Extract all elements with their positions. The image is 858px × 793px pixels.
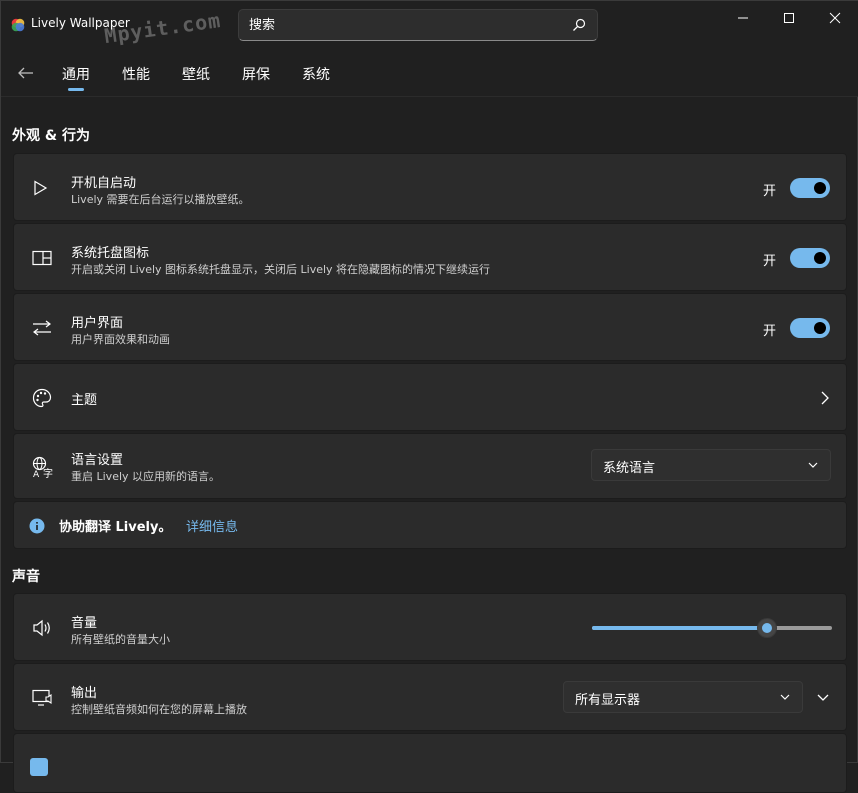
search-input[interactable] [249,16,549,34]
title-bar: Lively Wallpaper Mpyit.com 通用 性能 壁纸 屏保 系… [1,1,858,97]
chevron-down-icon [780,694,790,700]
user-interface-toggle[interactable] [790,318,830,338]
search-icon[interactable] [572,18,586,32]
setting-card-user-interface: 用户界面 用户界面效果和动画 开 [13,293,847,361]
toggle-knob [814,182,826,194]
toggle-knob [814,322,826,334]
setting-title: 开机自启动 [71,176,137,191]
dropdown-value: 所有显示器 [575,693,641,708]
setting-description: 控制壁纸音频如何在您的屏幕上播放 [71,703,247,716]
tab-performance[interactable]: 性能 [122,64,150,84]
expand-chevron-icon[interactable] [816,693,830,703]
tray-icon-toggle[interactable] [790,248,830,268]
info-icon [29,518,45,534]
minimize-icon [738,17,748,19]
details-link[interactable]: 详细信息 [186,516,238,535]
minimize-button[interactable] [720,5,766,31]
volume-slider-fill [592,626,768,630]
setting-description: 重启 Lively 以应用新的语言。 [71,470,221,483]
settings-content: 外观 & 行为 开机自启动 Lively 需要在后台运行以播放壁纸。 开 系统托… [1,97,858,793]
watermark: Mpyit.com [102,7,223,49]
setting-description: 用户界面效果和动画 [71,333,170,346]
toggle-state-label: 开 [762,254,776,269]
setting-card-startup: 开机自启动 Lively 需要在后台运行以播放壁纸。 开 [13,153,847,221]
setting-title: 音量 [71,616,98,631]
dropdown-value: 系统语言 [603,461,656,476]
tab-general[interactable]: 通用 [62,64,90,84]
maximize-button[interactable] [766,5,812,31]
startup-toggle[interactable] [790,178,830,198]
setting-description: 所有壁纸的音量大小 [71,633,170,646]
tab-system[interactable]: 系统 [302,64,330,84]
swap-arrows-icon [33,320,51,336]
volume-slider[interactable] [592,618,832,638]
volume-slider-thumb[interactable] [757,618,778,638]
setting-card-language: 字 A 语言设置 重启 Lively 以应用新的语言。 系统语言 [13,433,847,499]
monitor-speaker-icon [32,689,52,706]
toggle-state-label: 开 [762,324,776,339]
maximize-icon [784,13,794,23]
setting-card-volume: 音量 所有壁纸的音量大小 [13,593,847,661]
play-icon [34,180,48,196]
toggle-state-label: 开 [762,184,776,199]
translate-text: 协助翻译 Lively。 [59,520,172,535]
checkbox[interactable] [30,758,48,776]
language-dropdown[interactable]: 系统语言 [591,449,831,481]
setting-title: 输出 [71,686,98,701]
svg-text:A: A [33,470,40,478]
setting-description: 开启或关闭 Lively 图标系统托盘显示，关闭后 Lively 将在隐藏图标的… [71,263,491,276]
setting-card-partial [13,733,847,793]
speaker-icon [33,619,50,637]
chevron-down-icon [808,462,818,468]
tab-screensaver[interactable]: 屏保 [242,64,270,84]
back-arrow-icon[interactable] [17,65,35,81]
tray-icon [32,250,52,266]
output-dropdown[interactable]: 所有显示器 [563,681,803,713]
app-logo-icon [11,18,25,32]
chevron-right-icon [821,391,829,405]
setting-title: 用户界面 [71,316,124,331]
svg-text:字: 字 [43,467,53,478]
setting-card-theme[interactable]: 主题 [13,363,847,431]
toggle-knob [814,252,826,264]
setting-title: 系统托盘图标 [71,246,150,261]
setting-card-tray-icon: 系统托盘图标 开启或关闭 Lively 图标系统托盘显示，关闭后 Lively … [13,223,847,291]
palette-icon [32,388,52,408]
setting-card-output: 输出 控制壁纸音频如何在您的屏幕上播放 所有显示器 [13,663,847,731]
info-bar-translate: 协助翻译 Lively。 详细信息 [13,501,847,549]
close-icon [829,12,841,24]
close-button[interactable] [812,5,858,31]
tab-selected-indicator [68,88,84,91]
section-title-sound: 声音 [12,569,40,585]
setting-description: Lively 需要在后台运行以播放壁纸。 [71,193,250,206]
section-title-appearance: 外观 & 行为 [12,128,90,144]
language-icon: 字 A [32,456,53,478]
tab-wallpaper[interactable]: 壁纸 [182,64,210,84]
setting-title: 语言设置 [71,453,124,468]
setting-title: 主题 [71,393,98,408]
search-box[interactable] [238,9,598,41]
